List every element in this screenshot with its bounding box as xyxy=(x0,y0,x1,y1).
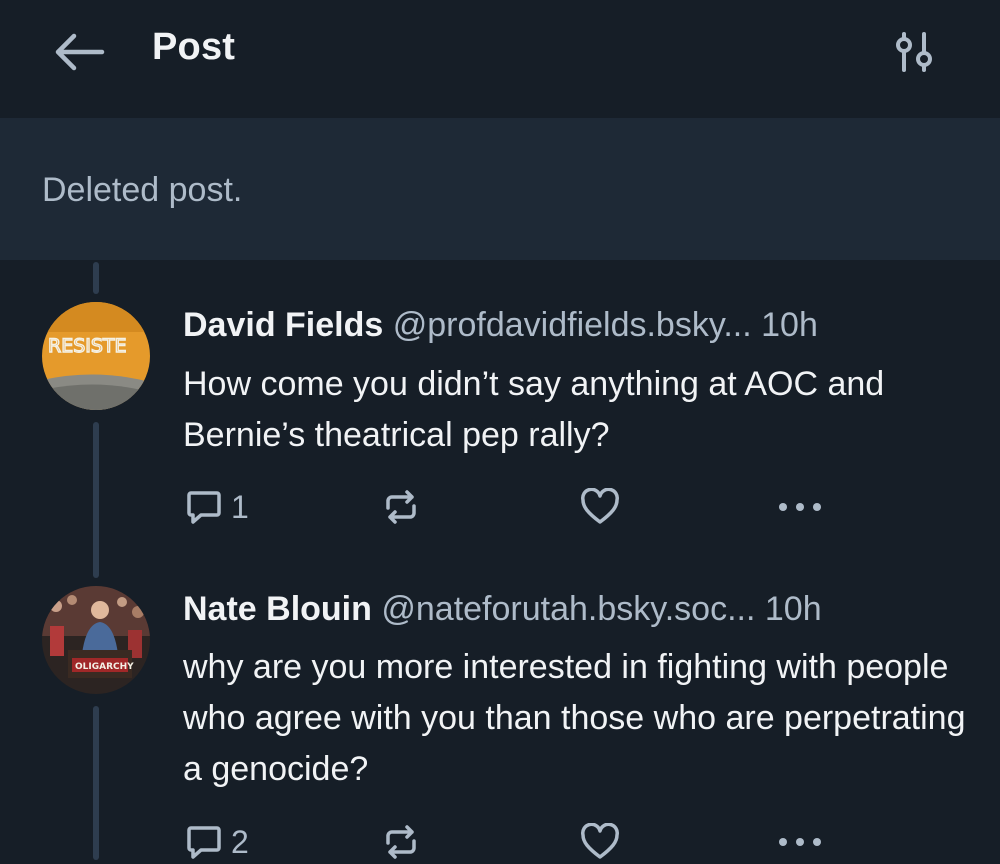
more-options-button[interactable] xyxy=(777,820,823,864)
deleted-post-label: Deleted post. xyxy=(42,171,243,209)
back-button[interactable] xyxy=(52,30,106,74)
heart-icon xyxy=(581,823,619,859)
reply-count: 1 xyxy=(231,488,249,525)
avatar-graffiti-text: RESISTE xyxy=(48,335,127,357)
repost-button[interactable] xyxy=(382,820,428,864)
reply-icon xyxy=(187,826,221,859)
thread-line xyxy=(93,422,99,578)
arrow-left-icon xyxy=(55,33,105,71)
post-meta: David Fields @profdavidfields.bsky... 10… xyxy=(183,306,818,345)
page-title: Post xyxy=(152,26,236,68)
more-options-button[interactable] xyxy=(777,485,823,529)
author-name[interactable]: Nate Blouin xyxy=(183,590,372,628)
like-button[interactable] xyxy=(580,820,628,864)
post-text: How come you didn’t say anything at AOC … xyxy=(183,365,885,454)
heart-icon xyxy=(581,488,619,524)
post-time[interactable]: 10h xyxy=(761,306,818,344)
avatar-podium-text: OLIGARCHY xyxy=(75,662,134,672)
thread-line xyxy=(93,262,99,294)
reply-icon xyxy=(187,491,221,524)
post-text: why are you more interested in fighting … xyxy=(183,648,966,788)
post-meta: Nate Blouin @nateforutah.bsky.soc... 10h xyxy=(183,590,822,629)
author-handle[interactable]: @nateforutah.bsky.soc... xyxy=(381,590,755,628)
thread-settings-button[interactable] xyxy=(890,28,938,76)
more-dots-icon xyxy=(779,503,821,511)
avatar[interactable]: RESISTE xyxy=(42,302,150,410)
reply-button[interactable]: 2 xyxy=(185,820,249,864)
thread-line xyxy=(93,706,99,860)
reply-count: 2 xyxy=(231,823,249,860)
post-time[interactable]: 10h xyxy=(765,590,822,628)
avatar[interactable]: OLIGARCHY xyxy=(42,586,150,694)
author-name[interactable]: David Fields xyxy=(183,306,383,344)
repost-button[interactable] xyxy=(382,485,428,529)
repost-icon xyxy=(386,490,416,524)
more-dots-icon xyxy=(779,838,821,846)
repost-icon xyxy=(386,825,416,859)
author-handle[interactable]: @profdavidfields.bsky... xyxy=(393,306,752,344)
top-bar: Post xyxy=(0,0,1000,118)
reply-button[interactable]: 1 xyxy=(185,485,249,529)
sliders-icon xyxy=(896,32,932,72)
like-button[interactable] xyxy=(580,485,628,529)
deleted-post-card: Deleted post. xyxy=(0,118,1000,260)
